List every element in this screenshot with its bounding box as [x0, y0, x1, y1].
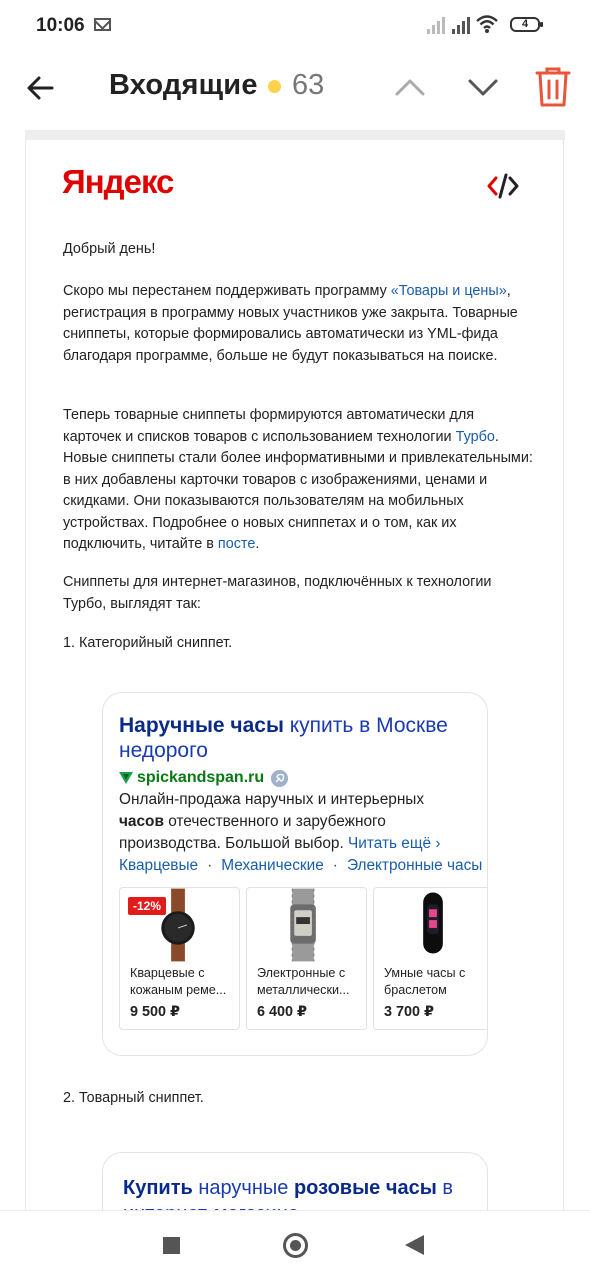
product-snippet-example: Купить наручные розовые часы в интернет-… [102, 1152, 488, 1210]
yandex-logo: Яндекс [62, 163, 174, 200]
snippet-site[interactable]: spickandspan.ru [137, 769, 264, 787]
mail-notification-icon [94, 18, 111, 31]
list-item-2: 2. Товарный сниппет. [63, 1090, 204, 1106]
product-price: 6 400 ₽ [257, 1004, 308, 1020]
turbo-rocket-icon [271, 770, 288, 787]
product-price: 3 700 ₽ [384, 1004, 435, 1020]
list-item-1: 1. Категорийный сниппет. [63, 635, 233, 651]
previous-message-chevron-up-icon[interactable] [393, 72, 427, 102]
unread-count: 63 [292, 69, 325, 101]
wifi-icon [476, 15, 498, 33]
snippet-categories: Кварцевые · Механические · Электронные часы [119, 857, 483, 874]
discount-badge: -12% [128, 897, 167, 915]
signal-icon [427, 16, 449, 34]
read-more-link[interactable]: Читать ещё › [348, 835, 440, 852]
status-time: 10:06 [36, 15, 85, 36]
trash-icon[interactable] [535, 66, 571, 108]
unread-dot [268, 80, 281, 93]
greeting-text: Добрый день! [63, 241, 156, 257]
mail-top-strip [25, 130, 565, 140]
status-icons: 4 [390, 12, 590, 38]
snippet-title[interactable]: Наручные часы купить в Москве недорого [119, 713, 479, 763]
snippet-description: Онлайн-продажа наручных и интерьерных ча… [119, 791, 441, 852]
folder-title: Входящие [109, 69, 258, 101]
product-card[interactable]: Умные часы с браслетом 3 700 ₽ [373, 887, 487, 1030]
category-link-electronic[interactable]: Электронные часы [347, 857, 482, 874]
category-snippet-example: Наручные часы купить в Москве недорого s… [102, 692, 488, 1056]
product-carousel: -12% Кварцевые с кожаным реме... 9 500 ₽… [119, 887, 487, 1033]
home-button[interactable] [283, 1233, 308, 1258]
goods-and-prices-link[interactable]: «Товары и цены» [391, 283, 507, 299]
next-message-chevron-down-icon[interactable] [466, 72, 500, 102]
post-link[interactable]: посте [218, 536, 255, 552]
email-body: Яндекс Добрый день! Скоро мы перестанем … [25, 140, 564, 1210]
site-favicon-icon [119, 772, 133, 784]
recent-apps-button[interactable] [163, 1237, 180, 1254]
category-link-mechanical[interactable]: Механические [221, 857, 324, 874]
paragraph-1: Скоро мы перестанем поддерживать програм… [63, 283, 518, 364]
product-name: Кварцевые с кожаным реме... [130, 966, 227, 997]
category-link-quartz[interactable]: Кварцевые [119, 857, 198, 874]
product-price: 9 500 ₽ [130, 1004, 181, 1020]
system-back-button[interactable] [405, 1235, 424, 1255]
smart-band-image [423, 892, 443, 954]
product-card[interactable]: -12% Кварцевые с кожаным реме... 9 500 ₽ [119, 887, 240, 1030]
system-navigation-bar [0, 1210, 590, 1281]
product-name: Умные часы с браслетом [384, 966, 466, 997]
mail-toolbar: Входящие 63 [0, 54, 590, 131]
turbo-link[interactable]: Турбо [456, 429, 495, 445]
product-card[interactable]: Электронные с металлически... 6 400 ₽ [246, 887, 367, 1030]
paragraph-3: Сниппеты для интернет-магазинов, подключ… [63, 574, 492, 612]
snippet2-title[interactable]: Купить наручные розовые часы в интернет-… [123, 1175, 483, 1210]
webmaster-tools-icon [487, 173, 519, 199]
product-name: Электронные с металлически... [257, 966, 350, 997]
status-bar: 10:06 4 [0, 0, 590, 54]
back-arrow-icon[interactable] [24, 68, 64, 108]
paragraph-2: Теперь товарные сниппеты формируются авт… [63, 407, 533, 552]
signal-icon-2 [452, 16, 474, 34]
battery-icon: 4 [510, 17, 543, 32]
metal-watch-image [290, 888, 316, 962]
